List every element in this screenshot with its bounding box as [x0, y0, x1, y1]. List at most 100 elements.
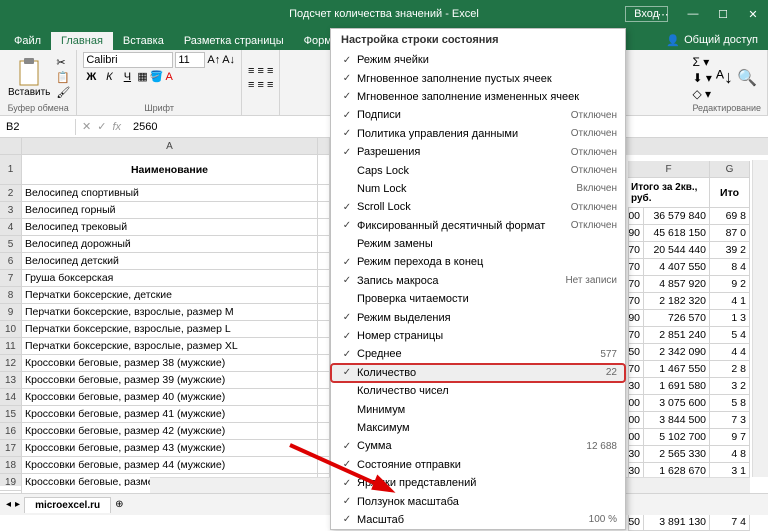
cell[interactable]: 3 075 600: [644, 395, 710, 412]
cell[interactable]: 1 3: [710, 310, 750, 327]
cell[interactable]: 00: [628, 412, 644, 429]
cell[interactable]: 70: [628, 293, 644, 310]
cell[interactable]: Перчатки боксерские, взрослые, размер M: [22, 304, 318, 321]
cell[interactable]: Кроссовки беговые, размер 40 (мужские): [22, 389, 318, 406]
cell[interactable]: Кроссовки беговые, размер 38 (мужские): [22, 355, 318, 372]
fill-icon[interactable]: ⬇ ▾: [692, 71, 711, 85]
font-size-select[interactable]: 11: [175, 52, 205, 68]
font-color-icon[interactable]: A: [165, 71, 172, 83]
tab-page-layout[interactable]: Разметка страницы: [174, 32, 294, 50]
align-center-icon[interactable]: ≡: [258, 79, 264, 91]
cell[interactable]: Кроссовки беговые, размер 43 (мужские): [22, 440, 318, 457]
cell[interactable]: 4 407 550: [644, 259, 710, 276]
format-painter-icon[interactable]: 🖌: [56, 86, 70, 99]
fx-icon[interactable]: fx: [112, 121, 121, 133]
menu-item[interactable]: ✓Масштаб100 %: [331, 511, 625, 529]
menu-item[interactable]: ✓Политика управления даннымиОтключен: [331, 125, 625, 143]
row-header[interactable]: 14: [0, 389, 22, 406]
row-header[interactable]: 19: [0, 474, 22, 491]
cell[interactable]: Велосипед дорожный: [22, 236, 318, 253]
col-header-a[interactable]: A: [22, 138, 318, 155]
align-bottom-icon[interactable]: ≡: [267, 65, 273, 77]
cell[interactable]: 70: [628, 276, 644, 293]
cell[interactable]: 9 2: [710, 276, 750, 293]
menu-item[interactable]: ✓Запись макросаНет записи: [331, 272, 625, 290]
menu-item[interactable]: ✓Фиксированный десятичный форматОтключен: [331, 217, 625, 235]
cell[interactable]: 5 8: [710, 395, 750, 412]
underline-button[interactable]: Ч: [119, 71, 135, 83]
name-box[interactable]: B2: [0, 119, 76, 135]
sort-filter-icon[interactable]: ᴬ↓: [716, 67, 733, 88]
cell[interactable]: Перчатки боксерские, взрослые, размер L: [22, 321, 318, 338]
cell[interactable]: 8 4: [710, 259, 750, 276]
menu-item[interactable]: ✓Режим выделения: [331, 308, 625, 326]
cell[interactable]: 70: [628, 259, 644, 276]
menu-item[interactable]: Num LockВключен: [331, 180, 625, 198]
cell[interactable]: 7 4: [710, 514, 750, 531]
row-header[interactable]: 6: [0, 253, 22, 270]
row-header[interactable]: 13: [0, 372, 22, 389]
cell[interactable]: Велосипед трековый: [22, 219, 318, 236]
cell[interactable]: Велосипед детский: [22, 253, 318, 270]
menu-item[interactable]: ✓Среднее577: [331, 345, 625, 363]
cell[interactable]: 4 1: [710, 293, 750, 310]
clear-icon[interactable]: ◇ ▾: [692, 87, 711, 101]
menu-item[interactable]: Caps LockОтключен: [331, 161, 625, 179]
italic-button[interactable]: К: [101, 71, 117, 83]
cell[interactable]: Перчатки боксерские, детские: [22, 287, 318, 304]
cell[interactable]: 90: [628, 225, 644, 242]
align-middle-icon[interactable]: ≡: [258, 65, 264, 77]
menu-item[interactable]: ✓Количество22: [331, 364, 625, 382]
cell[interactable]: 2 342 090: [644, 344, 710, 361]
enter-formula-icon[interactable]: ✓: [97, 120, 106, 133]
cell[interactable]: 726 570: [644, 310, 710, 327]
tab-insert[interactable]: Вставка: [113, 32, 174, 50]
menu-item[interactable]: ✓Номер страницы: [331, 327, 625, 345]
row-header[interactable]: 9: [0, 304, 22, 321]
cell[interactable]: 3 2: [710, 378, 750, 395]
cell[interactable]: 1 691 580: [644, 378, 710, 395]
row-header[interactable]: 11: [0, 338, 22, 355]
menu-item[interactable]: ✓ПодписиОтключен: [331, 106, 625, 124]
row-header[interactable]: 17: [0, 440, 22, 457]
cell[interactable]: 70: [628, 242, 644, 259]
cell[interactable]: 2 851 240: [644, 327, 710, 344]
cell[interactable]: Перчатки боксерские, взрослые, размер XL: [22, 338, 318, 355]
menu-item[interactable]: ✓Мгновенное заполнение измененных ячеек: [331, 88, 625, 106]
align-right-icon[interactable]: ≡: [267, 79, 273, 91]
row-header[interactable]: 4: [0, 219, 22, 236]
cell[interactable]: Кроссовки беговые, размер 41 (мужские): [22, 406, 318, 423]
font-name-select[interactable]: Calibri: [83, 52, 173, 68]
menu-item[interactable]: ✓Режим ячейки: [331, 51, 625, 69]
cell[interactable]: 69 8: [710, 208, 750, 225]
cell[interactable]: 3 844 500: [644, 412, 710, 429]
row-header[interactable]: 8: [0, 287, 22, 304]
close-icon[interactable]: ✕: [738, 0, 768, 28]
cell[interactable]: 30: [628, 446, 644, 463]
cell[interactable]: 00: [628, 208, 644, 225]
cell[interactable]: Кроссовки беговые, размер 44 (мужские): [22, 457, 318, 474]
menu-item[interactable]: ✓РазрешенияОтключен: [331, 143, 625, 161]
tab-home[interactable]: Главная: [51, 32, 113, 50]
menu-item[interactable]: Количество чисел: [331, 382, 625, 400]
cell[interactable]: 4 857 920: [644, 276, 710, 293]
minimize-icon[interactable]: —: [678, 0, 708, 28]
sheet-nav-prev-icon[interactable]: ◂: [6, 499, 11, 510]
tab-file[interactable]: Файл: [4, 32, 51, 50]
cell[interactable]: 90: [628, 310, 644, 327]
col-header-b[interactable]: [318, 138, 330, 155]
row-header[interactable]: 2: [0, 185, 22, 202]
row-header[interactable]: 12: [0, 355, 22, 372]
cell[interactable]: 2 182 320: [644, 293, 710, 310]
header-cell-g[interactable]: Ито: [710, 178, 750, 208]
cell[interactable]: 00: [628, 429, 644, 446]
sheet-nav-next-icon[interactable]: ▸: [15, 499, 20, 510]
cell[interactable]: 87 0: [710, 225, 750, 242]
maximize-icon[interactable]: ☐: [708, 0, 738, 28]
cell[interactable]: Велосипед горный: [22, 202, 318, 219]
cell[interactable]: 50: [628, 344, 644, 361]
col-header-g[interactable]: G: [710, 161, 750, 178]
cell[interactable]: 50: [628, 514, 644, 531]
cell[interactable]: 45 618 150: [644, 225, 710, 242]
row-header[interactable]: 3: [0, 202, 22, 219]
